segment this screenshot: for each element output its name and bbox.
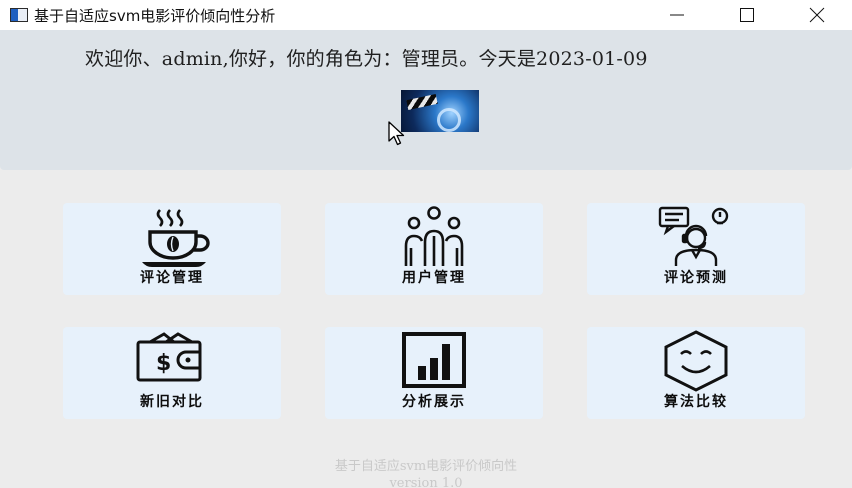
app-icon xyxy=(10,8,28,22)
minimize-button[interactable] xyxy=(642,0,712,30)
window-controls xyxy=(642,0,852,30)
smiley-hexagon-icon xyxy=(664,330,728,392)
maximize-icon xyxy=(740,8,754,22)
minimize-icon xyxy=(670,14,684,16)
users-group-icon xyxy=(404,206,464,266)
support-agent-icon xyxy=(658,206,729,266)
tile-analysis-display[interactable]: 分析展示 xyxy=(325,327,543,419)
maximize-button[interactable] xyxy=(712,0,782,30)
footer: 基于自适应svm电影评价倾向性 version 1.0 xyxy=(0,458,852,488)
movie-banner-image xyxy=(401,90,479,132)
tile-old-new-comparison[interactable]: $ 新旧对比 xyxy=(63,327,281,419)
close-button[interactable] xyxy=(782,0,852,30)
welcome-header: 欢迎你、admin,你好，你的角色为：管理员。今天是2023-01-09 xyxy=(0,30,852,170)
title-bar: 基于自适应svm电影评价倾向性分析 xyxy=(0,0,852,30)
welcome-text: 欢迎你、admin,你好，你的角色为：管理员。今天是2023-01-09 xyxy=(85,48,648,70)
tile-label: 用户管理 xyxy=(402,270,466,286)
window-title: 基于自适应svm电影评价倾向性分析 xyxy=(34,6,276,25)
footer-title: 基于自适应svm电影评价倾向性 xyxy=(334,459,518,474)
bar-chart-icon xyxy=(402,332,466,388)
tile-label: 新旧对比 xyxy=(140,394,204,410)
tile-user-management[interactable]: 用户管理 xyxy=(325,203,543,295)
footer-version: version 1.0 xyxy=(389,476,463,488)
tile-algorithm-comparison[interactable]: 算法比较 xyxy=(587,327,805,419)
tile-label: 分析展示 xyxy=(402,394,466,410)
film-reel-icon xyxy=(437,108,461,132)
tile-label: 算法比较 xyxy=(664,394,728,410)
mouse-cursor-icon xyxy=(388,121,405,146)
close-icon xyxy=(809,7,825,23)
tile-label: 评论预测 xyxy=(664,270,728,286)
clapperboard-icon xyxy=(406,93,438,111)
coffee-cup-icon xyxy=(142,209,210,267)
wallet-icon: $ xyxy=(136,332,202,382)
tile-label: 评论管理 xyxy=(140,270,204,286)
tile-comment-management[interactable]: 评论管理 xyxy=(63,203,281,295)
svg-text:$: $ xyxy=(156,351,171,376)
tile-comment-prediction[interactable]: 评论预测 xyxy=(587,203,805,295)
